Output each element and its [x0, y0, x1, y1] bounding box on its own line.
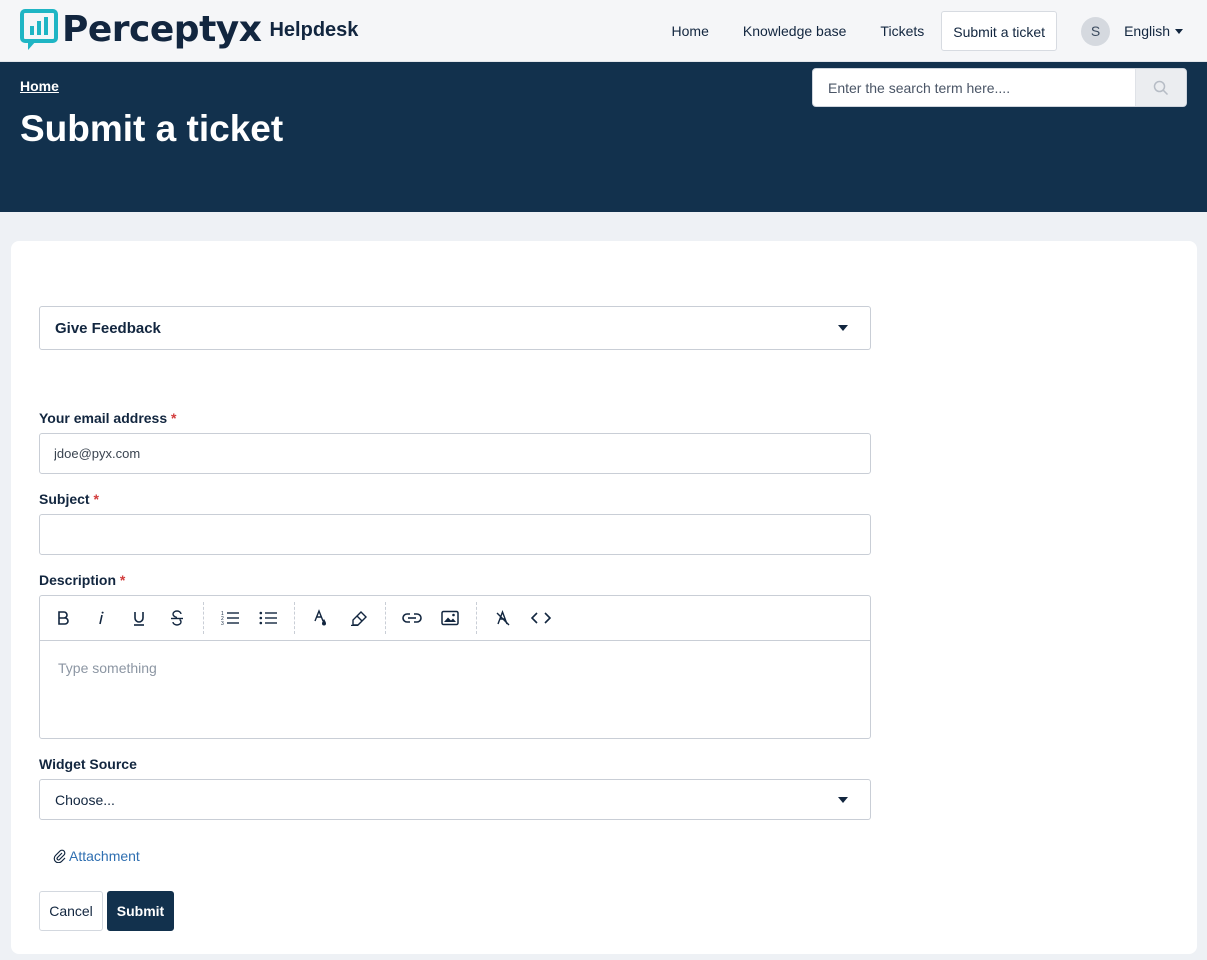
description-textarea[interactable]: Type something	[40, 641, 870, 695]
chevron-down-icon	[838, 325, 848, 331]
page-title: Submit a ticket	[20, 108, 284, 149]
search-button[interactable]	[1135, 69, 1186, 106]
bold-button[interactable]	[44, 603, 82, 633]
required-mark: *	[93, 491, 99, 507]
paperclip-icon	[53, 849, 66, 863]
brand-name: Perceptyx	[62, 9, 262, 50]
link-button[interactable]	[393, 603, 431, 633]
breadcrumb-home[interactable]: Home	[20, 78, 59, 94]
highlight-icon	[351, 611, 367, 626]
highlight-button[interactable]	[340, 603, 378, 633]
editor-toolbar: 123	[40, 596, 870, 641]
chevron-down-icon	[1175, 28, 1183, 34]
brand-logo[interactable]: Perceptyx Helpdesk	[20, 8, 358, 52]
toolbar-divider	[385, 602, 386, 634]
link-icon	[402, 613, 422, 623]
italic-button[interactable]	[82, 603, 120, 633]
top-navbar: Perceptyx Helpdesk Home Knowledge base T…	[0, 0, 1207, 62]
brand-product: Helpdesk	[269, 19, 359, 41]
bulleted-list-button[interactable]	[249, 603, 287, 633]
image-button[interactable]	[431, 603, 469, 633]
strikethrough-button[interactable]	[158, 603, 196, 633]
strikethrough-icon	[171, 610, 183, 626]
logo-icon	[20, 8, 60, 52]
clear-format-button[interactable]	[484, 603, 522, 633]
attachment-label: Attachment	[69, 848, 140, 864]
subject-field[interactable]	[40, 515, 870, 554]
email-label: Your email address *	[39, 410, 177, 426]
nav-links: Home Knowledge base Tickets Submit a tic…	[655, 11, 1183, 51]
widget-source-select[interactable]: Choose...	[39, 779, 871, 820]
email-field[interactable]	[40, 434, 870, 473]
bold-icon	[58, 611, 69, 625]
toolbar-divider	[476, 602, 477, 634]
page-header-banner: Home Submit a ticket	[0, 62, 1207, 212]
underline-icon	[134, 612, 144, 626]
description-editor: 123 Type something	[39, 595, 871, 739]
ordered-list-button[interactable]: 123	[211, 603, 249, 633]
clear-format-icon	[496, 610, 510, 626]
avatar[interactable]: S	[1081, 16, 1111, 46]
italic-icon	[99, 611, 104, 625]
ordered-list-icon: 123	[221, 611, 239, 626]
toolbar-divider	[203, 602, 204, 634]
ticket-type-select[interactable]: Give Feedback	[39, 306, 871, 350]
required-mark: *	[171, 410, 177, 426]
image-icon	[441, 610, 459, 626]
code-icon	[531, 612, 551, 624]
language-label: English	[1124, 23, 1170, 39]
description-label: Description *	[39, 572, 126, 588]
subject-field-wrapper	[39, 514, 871, 555]
nav-tickets[interactable]: Tickets	[863, 11, 941, 51]
email-field-wrapper	[39, 433, 871, 474]
ticket-type-value: Give Feedback	[55, 319, 161, 337]
language-selector[interactable]: English	[1124, 23, 1183, 39]
ticket-form-card: Give Feedback Your email address * Subje…	[11, 241, 1197, 954]
nav-knowledge-base[interactable]: Knowledge base	[726, 11, 864, 51]
text-color-icon	[314, 609, 326, 626]
text-color-button[interactable]	[302, 603, 340, 633]
code-button[interactable]	[522, 603, 560, 633]
toolbar-divider	[294, 602, 295, 634]
attachment-link[interactable]: Attachment	[53, 848, 140, 864]
nav-home[interactable]: Home	[655, 11, 726, 51]
widget-source-value: Choose...	[55, 791, 115, 808]
search-input[interactable]	[813, 69, 1135, 106]
bulleted-list-icon	[259, 611, 277, 625]
underline-button[interactable]	[120, 603, 158, 633]
subject-label: Subject *	[39, 491, 99, 507]
widget-source-label: Widget Source	[39, 756, 137, 772]
nav-submit-ticket[interactable]: Submit a ticket	[941, 11, 1058, 51]
submit-button[interactable]: Submit	[107, 891, 174, 931]
search-icon	[1153, 80, 1169, 95]
chevron-down-icon	[838, 796, 848, 803]
search-box	[812, 68, 1187, 107]
svg-text:3: 3	[221, 621, 224, 626]
required-mark: *	[119, 572, 126, 588]
cancel-button[interactable]: Cancel	[39, 891, 103, 931]
